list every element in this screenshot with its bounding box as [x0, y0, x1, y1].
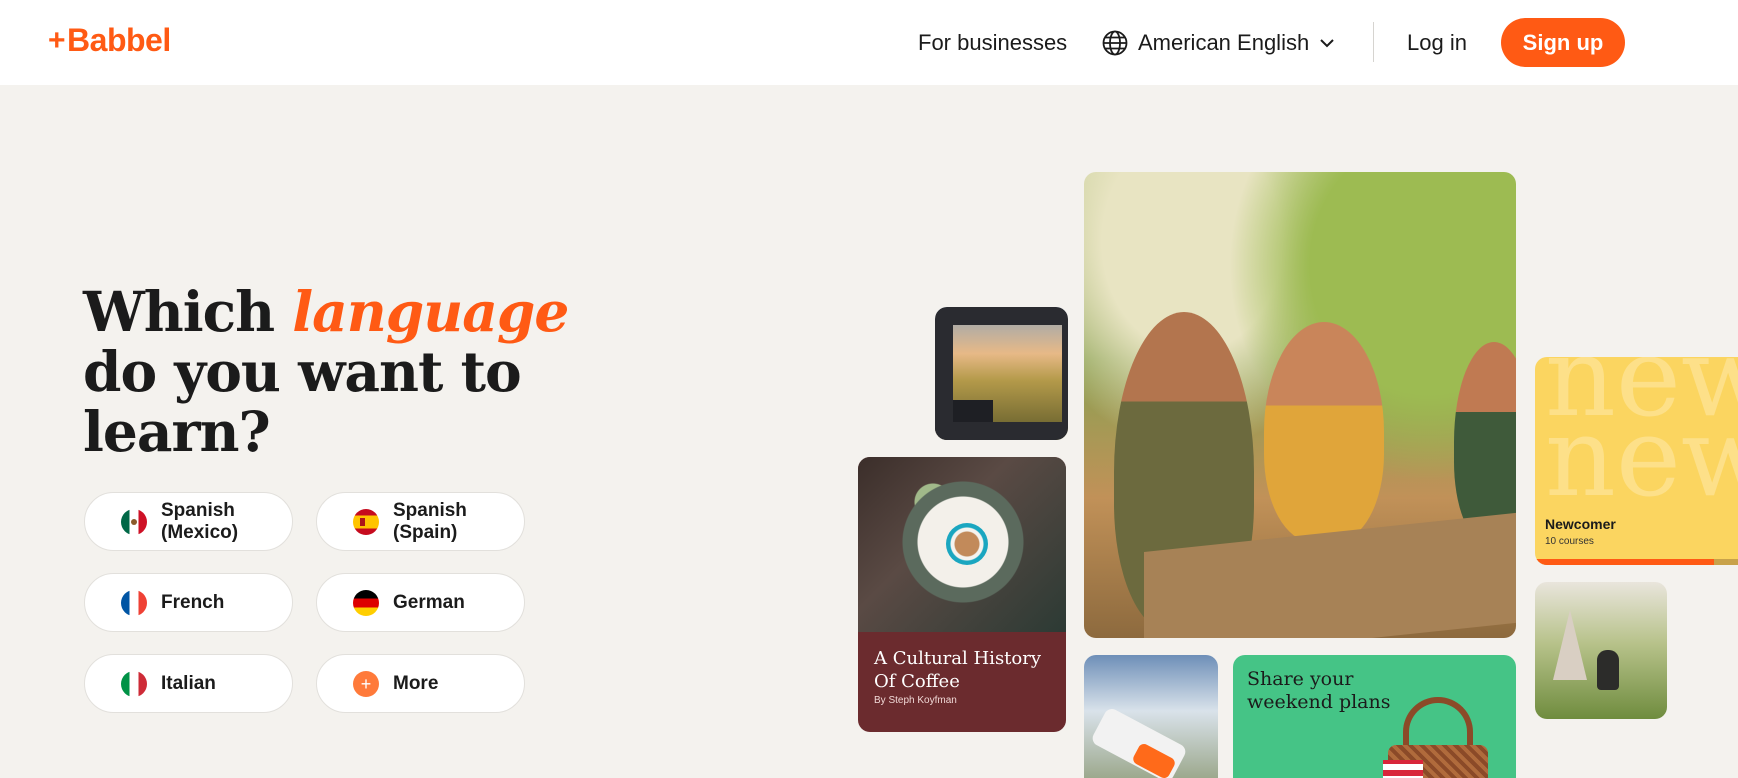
chevron-down-icon — [1319, 37, 1335, 49]
newcomer-course-card[interactable]: new new Newcomer 10 courses — [1535, 357, 1738, 565]
globe-icon — [1102, 30, 1128, 56]
language-label: French — [161, 591, 225, 613]
coffee-cup-shape — [946, 523, 988, 565]
language-selector[interactable]: American English — [1102, 0, 1335, 85]
language-label: German — [393, 591, 465, 613]
weekend-plans-title: Share your weekend plans — [1247, 668, 1391, 713]
language-button-spanish-mexico[interactable]: Spanish (Mexico) — [84, 492, 293, 551]
germany-flag-icon — [353, 589, 379, 616]
coffee-article-byline: By Steph Koyfman — [874, 695, 957, 706]
person-center-shape — [1264, 322, 1384, 542]
signup-label: Sign up — [1522, 29, 1604, 55]
car-window-photo — [935, 307, 1068, 440]
language-button-spanish-spain[interactable]: Spanish (Spain) — [316, 492, 525, 551]
car-window-frame — [935, 307, 1068, 440]
language-selector-label: American English — [1138, 29, 1310, 55]
friends-dining-photo — [1084, 172, 1516, 638]
mexico-flag-icon — [121, 508, 147, 535]
newcomer-progress-fill — [1535, 559, 1714, 565]
logo-plus: + — [48, 23, 66, 57]
login-link[interactable]: Log in — [1407, 0, 1467, 85]
airplane-wing-photo — [1084, 655, 1218, 778]
headline-start: Which — [83, 279, 293, 344]
language-button-more[interactable]: + More — [316, 654, 525, 713]
hero-headline: Which language do you want to learn? — [83, 282, 603, 462]
wing-shape — [1089, 706, 1189, 778]
language-label: More — [393, 672, 439, 694]
newcomer-progress-bar — [1535, 559, 1738, 565]
weekend-plans-card[interactable]: Share your weekend plans — [1233, 655, 1516, 778]
logo-text: Babbel — [67, 22, 171, 58]
france-flag-icon — [121, 589, 147, 616]
language-button-french[interactable]: French — [84, 573, 293, 632]
language-button-german[interactable]: German — [316, 573, 525, 632]
babbel-logo[interactable]: + Babbel — [48, 22, 171, 59]
headline-line2: do you want to — [83, 339, 522, 404]
garden-photo — [1535, 582, 1667, 719]
for-businesses-link[interactable]: For businesses — [918, 0, 1067, 85]
coffee-article-title: A Cultural History Of Coffee — [874, 648, 1042, 692]
newcomer-background-text: new new — [1545, 357, 1738, 521]
for-businesses-label: For businesses — [918, 29, 1068, 55]
signup-button[interactable]: Sign up — [1501, 18, 1625, 67]
italy-flag-icon — [121, 670, 147, 697]
spain-flag-icon — [353, 508, 379, 535]
language-label: Spanish (Mexico) — [161, 499, 239, 543]
coffee-article-card[interactable]: A Cultural History Of Coffee By Steph Koy… — [858, 457, 1066, 732]
newcomer-course-count: 10 courses — [1545, 536, 1594, 547]
login-label: Log in — [1407, 29, 1467, 55]
headline-line3: learn? — [83, 399, 271, 464]
header-divider — [1373, 22, 1374, 62]
language-label: Italian — [161, 672, 216, 694]
language-label: Spanish (Spain) — [393, 499, 467, 543]
umbrella-shape — [1553, 610, 1587, 680]
picnic-cloth-shape — [1383, 760, 1423, 778]
language-button-italian[interactable]: Italian — [84, 654, 293, 713]
newcomer-title: Newcomer — [1545, 516, 1616, 532]
headline-accent: language — [292, 279, 569, 344]
top-header: + Babbel For businesses American English… — [0, 0, 1738, 85]
person-right-shape — [1454, 342, 1516, 542]
person-shape — [1597, 650, 1619, 690]
plus-icon: + — [353, 670, 379, 697]
